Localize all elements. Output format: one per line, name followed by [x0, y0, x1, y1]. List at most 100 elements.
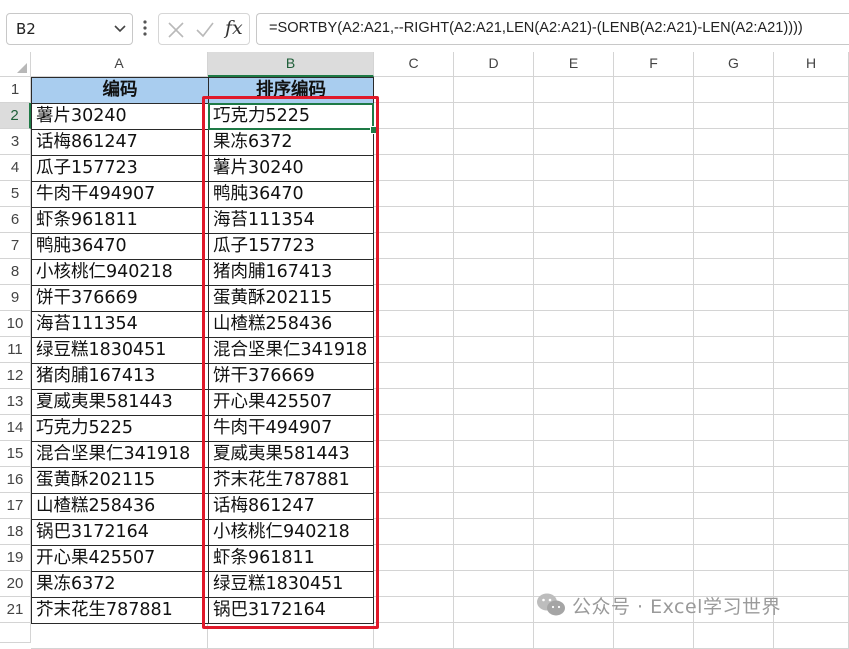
cell[interactable] — [208, 623, 374, 649]
cell[interactable] — [534, 389, 614, 415]
cell[interactable] — [774, 467, 849, 493]
cell[interactable] — [374, 103, 454, 129]
cell[interactable] — [454, 233, 534, 259]
cell-b[interactable]: 猪肉脯167413 — [208, 259, 374, 286]
cell[interactable] — [454, 389, 534, 415]
cell[interactable] — [694, 129, 774, 155]
row-header-1[interactable]: 1 — [0, 77, 31, 103]
cell[interactable] — [614, 389, 694, 415]
row-header-11[interactable]: 11 — [0, 337, 31, 363]
cell-a[interactable]: 果冻6372 — [31, 571, 209, 598]
cell[interactable] — [374, 597, 454, 623]
cell[interactable] — [374, 311, 454, 337]
row-header-3[interactable]: 3 — [0, 129, 31, 155]
cell[interactable] — [774, 493, 849, 519]
cell[interactable] — [774, 311, 849, 337]
row-header-21[interactable]: 21 — [0, 597, 31, 623]
cell[interactable] — [694, 311, 774, 337]
cell-a[interactable]: 绿豆糕1830451 — [31, 337, 209, 364]
cell[interactable] — [374, 363, 454, 389]
cell[interactable] — [774, 545, 849, 571]
cell[interactable] — [534, 623, 614, 649]
cell-b[interactable]: 绿豆糕1830451 — [208, 571, 374, 598]
cell[interactable] — [374, 467, 454, 493]
column-header-h[interactable]: H — [774, 52, 849, 77]
cell-b[interactable]: 蛋黄酥202115 — [208, 285, 374, 312]
cell[interactable] — [694, 519, 774, 545]
cell[interactable] — [694, 363, 774, 389]
cell[interactable] — [774, 285, 849, 311]
cell[interactable] — [454, 571, 534, 597]
cell-b[interactable]: 薯片30240 — [208, 155, 374, 182]
row-header-9[interactable]: 9 — [0, 285, 31, 311]
cell-a[interactable]: 鸭肫36470 — [31, 233, 209, 260]
cell[interactable] — [614, 155, 694, 181]
cell-b[interactable]: 混合坚果仁341918 — [208, 337, 374, 364]
cell[interactable] — [454, 363, 534, 389]
row-header-14[interactable]: 14 — [0, 415, 31, 441]
cell[interactable] — [374, 415, 454, 441]
cell[interactable] — [534, 259, 614, 285]
cell[interactable] — [454, 467, 534, 493]
cell[interactable] — [774, 389, 849, 415]
cell-b[interactable]: 饼干376669 — [208, 363, 374, 390]
cell[interactable] — [454, 155, 534, 181]
cell[interactable] — [774, 77, 849, 103]
cell-b[interactable]: 开心果425507 — [208, 389, 374, 416]
cell[interactable] — [454, 493, 534, 519]
cell-b[interactable]: 果冻6372 — [208, 129, 374, 156]
column-header-f[interactable]: F — [614, 52, 694, 77]
cell[interactable] — [534, 311, 614, 337]
column-header-c[interactable]: C — [374, 52, 454, 77]
row-header-5[interactable]: 5 — [0, 181, 31, 207]
cell[interactable] — [374, 441, 454, 467]
cell-a[interactable]: 话梅861247 — [31, 129, 209, 156]
cell-a[interactable]: 开心果425507 — [31, 545, 209, 572]
cell[interactable] — [614, 467, 694, 493]
cell[interactable] — [454, 285, 534, 311]
cell[interactable] — [614, 103, 694, 129]
row-header-2[interactable]: 2 — [0, 103, 31, 129]
row-header-6[interactable]: 6 — [0, 207, 31, 233]
cell-b[interactable]: 虾条961811 — [208, 545, 374, 572]
cell-b[interactable]: 山楂糕258436 — [208, 311, 374, 338]
cell-b[interactable]: 海苔111354 — [208, 207, 374, 234]
cell[interactable] — [774, 233, 849, 259]
cell[interactable] — [374, 337, 454, 363]
cell[interactable] — [774, 363, 849, 389]
cell[interactable] — [374, 285, 454, 311]
cell[interactable] — [614, 363, 694, 389]
cell[interactable] — [694, 493, 774, 519]
cell[interactable] — [774, 597, 849, 623]
cell[interactable] — [614, 207, 694, 233]
cell[interactable] — [534, 493, 614, 519]
cell[interactable] — [614, 415, 694, 441]
cell[interactable] — [454, 623, 534, 649]
cell-a[interactable]: 虾条961811 — [31, 207, 209, 234]
cell[interactable] — [534, 519, 614, 545]
cell[interactable] — [774, 103, 849, 129]
cell-a[interactable]: 芥末花生787881 — [31, 597, 209, 624]
column-header-g[interactable]: G — [694, 52, 774, 77]
cell[interactable] — [454, 77, 534, 103]
cell[interactable] — [454, 103, 534, 129]
cell[interactable] — [774, 181, 849, 207]
cell-a[interactable]: 蛋黄酥202115 — [31, 467, 209, 494]
cell[interactable] — [774, 337, 849, 363]
cell[interactable] — [774, 571, 849, 597]
cell[interactable] — [374, 155, 454, 181]
cell[interactable] — [374, 545, 454, 571]
cell[interactable] — [694, 337, 774, 363]
cell[interactable] — [454, 181, 534, 207]
cell[interactable] — [374, 77, 454, 103]
cell[interactable] — [614, 493, 694, 519]
cell[interactable] — [534, 155, 614, 181]
cell[interactable] — [614, 311, 694, 337]
cell[interactable] — [694, 467, 774, 493]
cell[interactable] — [614, 259, 694, 285]
cell[interactable] — [374, 389, 454, 415]
cell-b[interactable]: 夏威夷果581443 — [208, 441, 374, 468]
row-header-17[interactable]: 17 — [0, 493, 31, 519]
fill-handle[interactable] — [370, 126, 378, 134]
cell[interactable] — [374, 181, 454, 207]
